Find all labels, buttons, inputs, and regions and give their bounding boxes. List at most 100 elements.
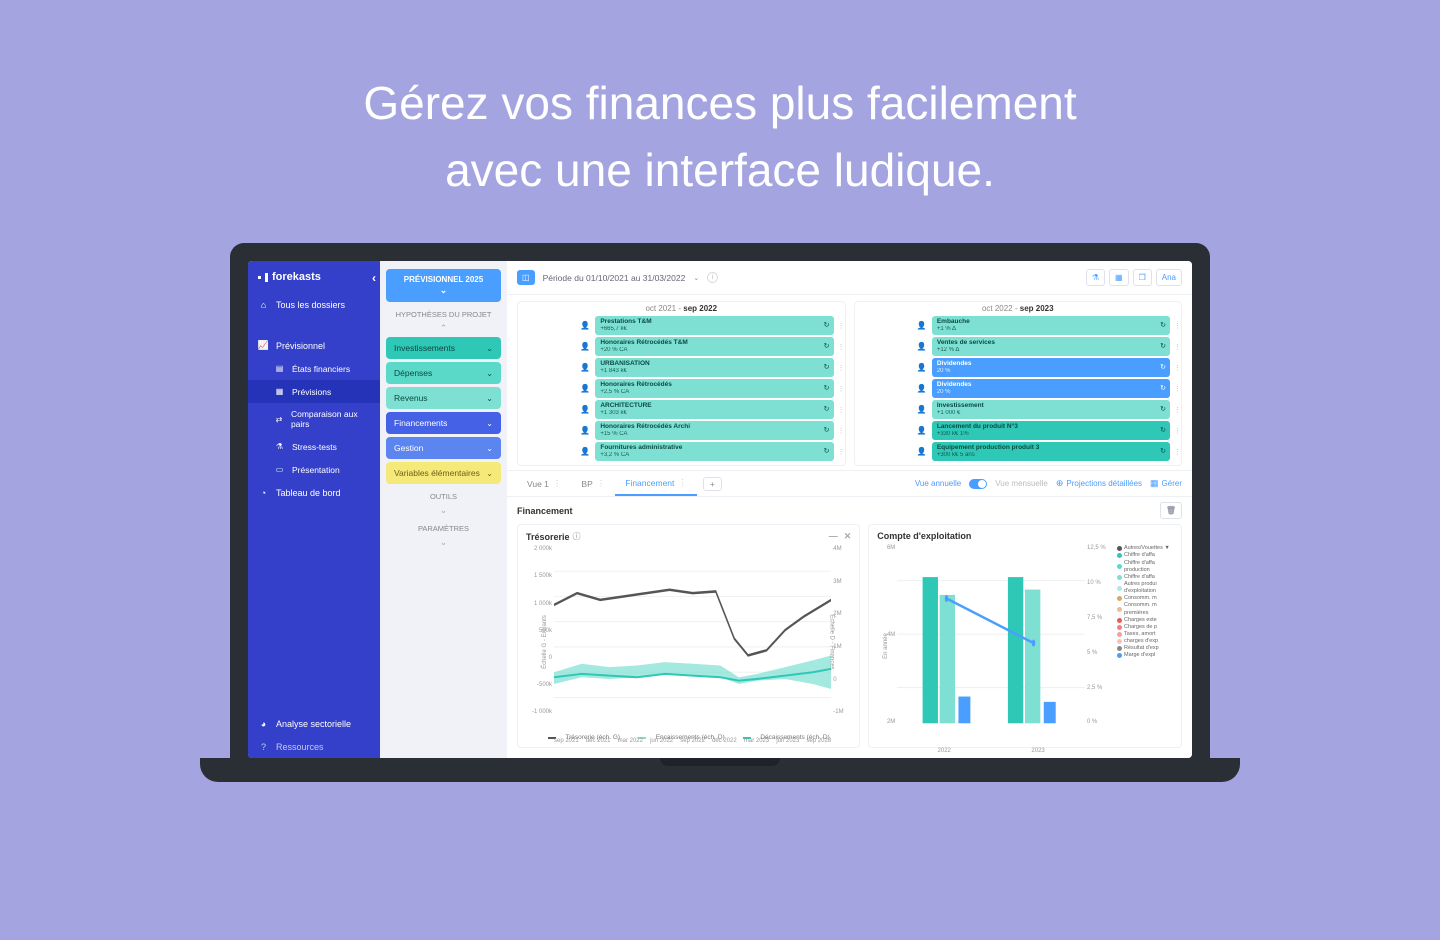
person-icon: 👤: [916, 404, 928, 416]
refresh-icon[interactable]: ↻: [1160, 322, 1166, 330]
forecast-icon: ▦: [274, 386, 285, 397]
minimize-icon[interactable]: —: [829, 531, 838, 542]
info-icon[interactable]: ⓘ: [573, 531, 581, 542]
section-label-hypotheses: HYPOTHÈSES DU PROJET: [386, 310, 501, 319]
close-icon[interactable]: ✕: [844, 531, 852, 542]
refresh-icon[interactable]: ↻: [824, 322, 830, 330]
sidebar-item-analyse[interactable]: ◕ Analyse sectorielle: [248, 712, 380, 735]
period-col-2022: oct 2021 - sep 2022 👤 Prestations T&M+66…: [517, 301, 846, 466]
ana-button[interactable]: Ana: [1156, 269, 1182, 286]
cat-variables[interactable]: Variables élémentaires⌄: [386, 462, 501, 484]
sidebar-item-all-folders[interactable]: ⌂ Tous les dossiers: [248, 293, 380, 316]
sidebar-item-ressources[interactable]: ? Ressources: [248, 735, 380, 758]
previsionnel-header[interactable]: PRÉVISIONNEL 2025 ⌄: [386, 269, 501, 302]
cat-financements[interactable]: Financements⌄: [386, 412, 501, 434]
person-icon: 👤: [916, 446, 928, 458]
sidebar-item-previsionnel[interactable]: 📈 Prévisionnel: [248, 334, 380, 357]
drag-handle-icon[interactable]: ⋮: [838, 343, 841, 351]
refresh-icon[interactable]: ↻: [1160, 448, 1166, 456]
drag-handle-icon[interactable]: ⋮: [1174, 406, 1177, 414]
drag-handle-icon[interactable]: ⋮: [1174, 322, 1177, 330]
drag-handle-icon[interactable]: ⋮: [838, 427, 841, 435]
tabs-row: Vue 1⋮ BP⋮ Financement⋮ + Vue annuelle V…: [507, 470, 1192, 497]
period-badge-icon[interactable]: ◫: [517, 270, 535, 285]
hypothesis-card[interactable]: 👤 Dividendes20 %↻ ⋮: [916, 358, 1177, 377]
refresh-icon[interactable]: ↻: [824, 364, 830, 372]
sidebar-item-stress[interactable]: ⚗ Stress-tests: [248, 435, 380, 458]
sidebar-item-presentation[interactable]: ▭ Présentation: [248, 458, 380, 481]
person-icon: 👤: [579, 425, 591, 437]
hypothesis-card[interactable]: 👤 Equipement production produit 3+300 k€…: [916, 442, 1177, 461]
hypothesis-card[interactable]: 👤 Lancement du produit N°3+330 k€ 1%↻ ⋮: [916, 421, 1177, 440]
hypothesis-card[interactable]: 👤 Honoraires Rétrocédés+2,5 % CA↻ ⋮: [579, 379, 840, 398]
refresh-icon[interactable]: ↻: [824, 343, 830, 351]
hypothesis-card[interactable]: 👤 Honoraires Rétrocédés Archi+15 % CA↻ ⋮: [579, 421, 840, 440]
chevron-up-icon[interactable]: ⌃: [386, 323, 501, 334]
cat-depenses[interactable]: Dépenses⌄: [386, 362, 501, 384]
drag-handle-icon[interactable]: ⋮: [838, 364, 841, 372]
add-tab-button[interactable]: +: [703, 477, 722, 491]
refresh-icon[interactable]: ↻: [1160, 427, 1166, 435]
refresh-icon[interactable]: ↻: [1160, 406, 1166, 414]
hypothesis-card[interactable]: 👤 Investissement+1 000 €↻ ⋮: [916, 400, 1177, 419]
cube-button[interactable]: ❒: [1133, 269, 1152, 286]
person-icon: 👤: [916, 383, 928, 395]
cat-gestion[interactable]: Gestion⌄: [386, 437, 501, 459]
hero-headline: Gérez vos finances plus facilement avec …: [0, 0, 1440, 243]
period-text[interactable]: Période du 01/10/2021 au 31/03/2022: [543, 273, 686, 283]
collapse-sidebar-icon[interactable]: ‹: [372, 271, 376, 285]
chevron-down-icon[interactable]: ⌄: [386, 537, 501, 548]
cat-investissements[interactable]: Investissements⌄: [386, 337, 501, 359]
drag-handle-icon[interactable]: ⋮: [1174, 364, 1177, 372]
drag-handle-icon[interactable]: ⋮: [838, 448, 841, 456]
sidebar-item-etats[interactable]: ▤ États financiers: [248, 357, 380, 380]
refresh-icon[interactable]: ↻: [1160, 364, 1166, 372]
drag-handle-icon[interactable]: ⋮: [1174, 448, 1177, 456]
info-icon[interactable]: i: [707, 272, 718, 283]
projections-button[interactable]: ⊕Projections détaillées: [1056, 478, 1142, 489]
hypothesis-card[interactable]: 👤 Embauche+1 % Δ↻ ⋮: [916, 316, 1177, 335]
section-header: Financement 🗑: [507, 497, 1192, 524]
chevron-down-icon[interactable]: ⌄: [386, 505, 501, 516]
laptop-base: [200, 758, 1240, 782]
refresh-icon[interactable]: ↻: [1160, 385, 1166, 393]
more-icon[interactable]: ⋮: [553, 478, 562, 489]
refresh-icon[interactable]: ↻: [824, 385, 830, 393]
refresh-icon[interactable]: ↻: [1160, 343, 1166, 351]
sidebar-item-tableau[interactable]: ◔ Tableau de bord: [248, 481, 380, 504]
drag-handle-icon[interactable]: ⋮: [838, 322, 841, 330]
chevron-down-icon[interactable]: ⌄: [693, 274, 699, 282]
hypotheses-panel: PRÉVISIONNEL 2025 ⌄ HYPOTHÈSES DU PROJET…: [380, 261, 507, 758]
cat-revenus[interactable]: Revenus⌄: [386, 387, 501, 409]
view-toggle[interactable]: [969, 479, 987, 489]
more-icon[interactable]: ⋮: [678, 477, 687, 488]
hypothesis-card[interactable]: 👤 Ventes de services+12 % Δ↻ ⋮: [916, 337, 1177, 356]
topbar: ◫ Période du 01/10/2021 au 31/03/2022 ⌄ …: [507, 261, 1192, 295]
hypothesis-card[interactable]: 👤 ARCHITECTURE+1 303 k€↻ ⋮: [579, 400, 840, 419]
tab-financement[interactable]: Financement⋮: [615, 471, 697, 496]
grid-button[interactable]: ▦: [1109, 269, 1129, 286]
gerer-button[interactable]: ▦Gérer: [1150, 478, 1182, 489]
refresh-icon[interactable]: ↻: [824, 427, 830, 435]
drag-handle-icon[interactable]: ⋮: [838, 406, 841, 414]
filter-button[interactable]: ⚗: [1086, 269, 1105, 286]
search-icon: ⊕: [1056, 478, 1064, 489]
hypothesis-card[interactable]: 👤 Honoraires Rétrocédés T&M+20 % CA↻ ⋮: [579, 337, 840, 356]
drag-handle-icon[interactable]: ⋮: [1174, 343, 1177, 351]
hypothesis-card[interactable]: 👤 Dividendes20 %↻ ⋮: [916, 379, 1177, 398]
hypothesis-card[interactable]: 👤 Fournitures administrative+3,2 % CA↻ ⋮: [579, 442, 840, 461]
app-screen: forekasts ‹ ⌂ Tous les dossiers 📈 Prévis…: [248, 261, 1192, 758]
tab-vue1[interactable]: Vue 1⋮: [517, 472, 571, 495]
sidebar-item-previsions[interactable]: ▦ Prévisions: [248, 380, 380, 403]
hypothesis-card[interactable]: 👤 URBANISATION+1 843 k€↻ ⋮: [579, 358, 840, 377]
sidebar-item-comparaison[interactable]: ⇄ Comparaison aux pairs: [248, 403, 380, 435]
drag-handle-icon[interactable]: ⋮: [1174, 427, 1177, 435]
tab-bp[interactable]: BP⋮: [571, 472, 615, 495]
drag-handle-icon[interactable]: ⋮: [1174, 385, 1177, 393]
hypothesis-card[interactable]: 👤 Prestations T&M+665,7 k€↻ ⋮: [579, 316, 840, 335]
drag-handle-icon[interactable]: ⋮: [838, 385, 841, 393]
refresh-icon[interactable]: ↻: [824, 448, 830, 456]
refresh-icon[interactable]: ↻: [824, 406, 830, 414]
more-icon[interactable]: ⋮: [597, 478, 606, 489]
delete-section-button[interactable]: 🗑: [1160, 502, 1182, 519]
